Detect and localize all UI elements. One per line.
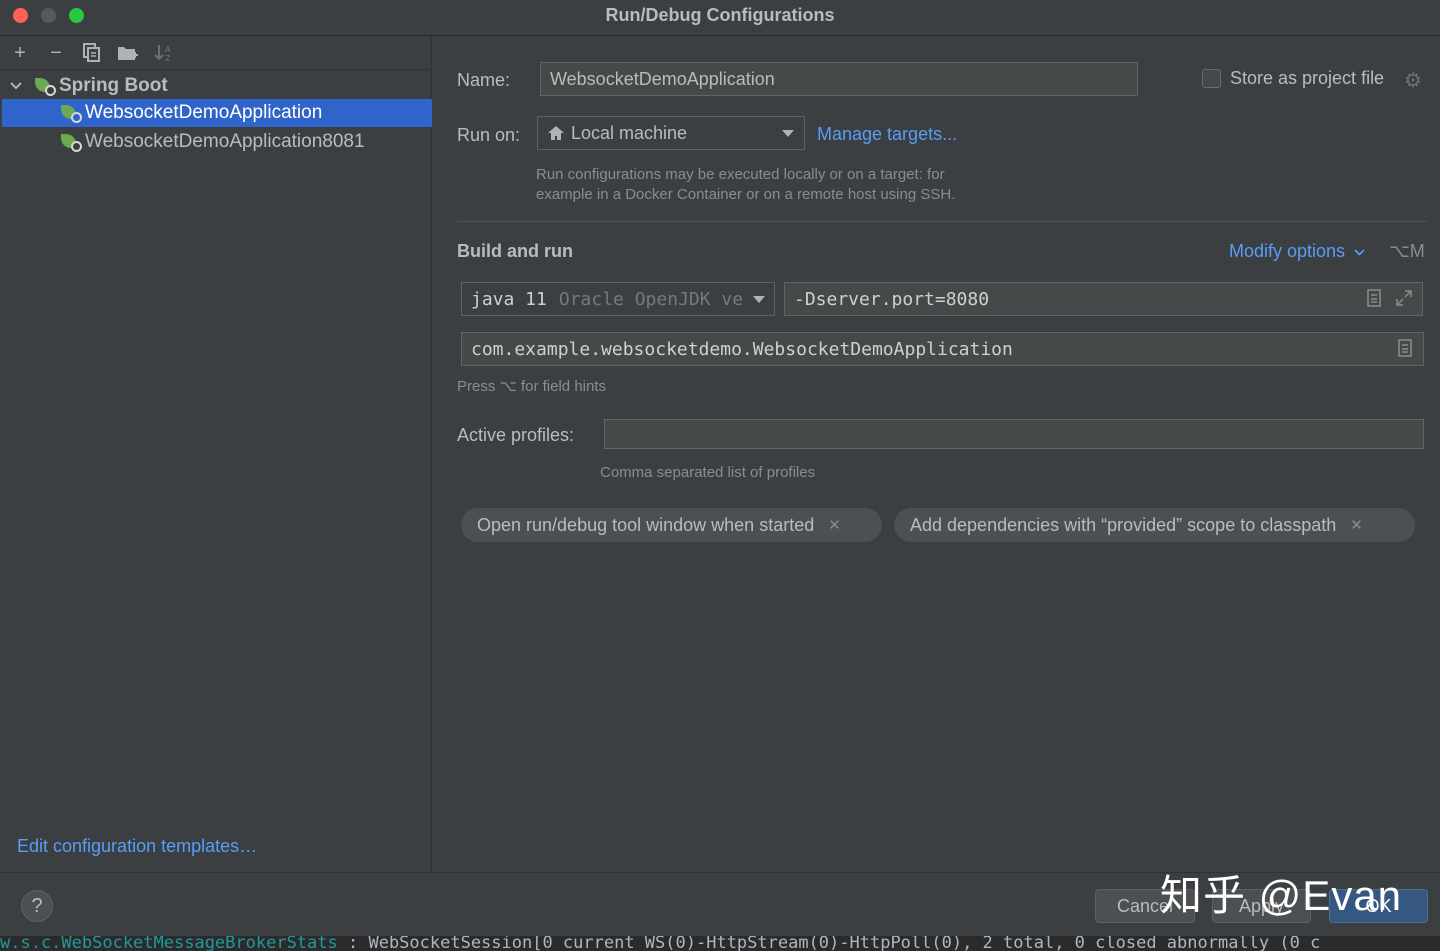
configurations-sidebar: + − AZ Spring Boot WebsocketDemoApplicat… [0,36,432,872]
gear-icon[interactable]: ⚙ [1404,68,1422,93]
manage-targets-link[interactable]: Manage targets... [817,124,957,145]
store-as-project-file-label: Store as project file [1230,68,1385,88]
jdk-version: java 11 [471,288,547,310]
home-icon [547,125,565,141]
spring-boot-run-icon [60,103,82,123]
jdk-dropdown[interactable]: java 11 Oracle OpenJDK ve [461,282,775,316]
name-label: Name: [457,70,511,90]
chevron-down-icon [1354,241,1365,262]
modify-options-label: Modify options [1229,241,1346,261]
main-class-input[interactable]: com.example.websocketdemo.WebsocketDemoA… [461,332,1424,366]
add-icon[interactable]: + [9,42,31,64]
folder-icon[interactable] [117,42,139,64]
expand-icon[interactable] [1395,289,1413,311]
sidebar-toolbar: + − AZ [0,36,432,70]
modify-options-link[interactable]: Modify options [1229,241,1365,262]
tree-item-label: WebsocketDemoApplication8081 [85,131,365,152]
run-on-hint-line2: example in a Docker Container or on a re… [536,186,956,203]
console-message: : WebSocketSession[0 current WS(0)-HttpS… [337,936,1321,951]
help-button[interactable]: ? [21,890,53,922]
spring-boot-run-icon [60,132,82,152]
remove-icon[interactable]: − [45,42,67,64]
chevron-down-icon[interactable] [10,78,26,94]
vm-options-value: -Dserver.port=8080 [794,288,990,310]
chip-label: Open run/debug tool window when started [477,514,815,535]
configuration-editor: Name: WebsocketDemoApplication Store as … [433,36,1440,872]
watermark: 知乎 @Evan [1160,872,1403,919]
sort-icon[interactable]: AZ [153,42,175,64]
spring-boot-icon [34,76,56,96]
active-profiles-hint: Comma separated list of profiles [600,464,816,481]
title-bar: Run/Debug Configurations [0,0,1440,36]
tree-group-spring-boot[interactable]: Spring Boot [0,72,432,100]
run-on-dropdown[interactable]: Local machine [537,116,805,150]
tree-item-label: WebsocketDemoApplication [85,102,323,123]
build-and-run-title: Build and run [457,241,573,261]
store-as-project-file-checkbox[interactable] [1202,69,1221,88]
section-divider [457,221,1427,222]
document-icon[interactable] [1367,289,1381,311]
svg-text:A: A [165,45,171,54]
run-on-value: Local machine [571,122,688,143]
jdk-detail: Oracle OpenJDK ve [558,288,744,310]
tree-group-label: Spring Boot [59,75,168,96]
copy-icon[interactable] [81,42,103,64]
name-input[interactable]: WebsocketDemoApplication [540,62,1138,96]
tree-item-websocketdemoapplication8081[interactable]: WebsocketDemoApplication8081 [0,128,432,156]
svg-text:Z: Z [165,54,171,63]
console-logger-class: w.s.c.WebSocketMessageBrokerStats [0,936,338,951]
run-on-label: Run on: [457,125,521,145]
chip-label: Add dependencies with “provided” scope t… [910,514,1337,535]
document-icon[interactable] [1398,339,1412,361]
option-chip-open-tool-window: Open run/debug tool window when started … [461,508,882,542]
modify-options-shortcut: ⌥M [1389,241,1425,261]
edit-configuration-templates-link[interactable]: Edit configuration templates… [17,836,257,857]
active-profiles-label: Active profiles: [457,425,575,445]
tree-item-websocketdemoapplication[interactable]: WebsocketDemoApplication [2,99,432,127]
close-icon[interactable]: ✕ [828,516,841,534]
chevron-down-icon [782,130,794,137]
main-class-value: com.example.websocketdemo.WebsocketDemoA… [471,338,1013,360]
chevron-down-icon [753,296,765,303]
console-output-strip: w.s.c.WebSocketMessageBrokerStats : WebS… [0,936,1440,951]
window-title: Run/Debug Configurations [605,5,835,25]
option-chip-provided-scope: Add dependencies with “provided” scope t… [894,508,1415,542]
active-profiles-input[interactable] [604,419,1424,449]
vm-options-input[interactable]: -Dserver.port=8080 [784,282,1423,316]
run-on-hint-line1: Run configurations may be executed local… [536,166,945,183]
close-icon[interactable]: ✕ [1350,516,1363,534]
field-hints-hint: Press ⌥ for field hints [457,378,607,395]
